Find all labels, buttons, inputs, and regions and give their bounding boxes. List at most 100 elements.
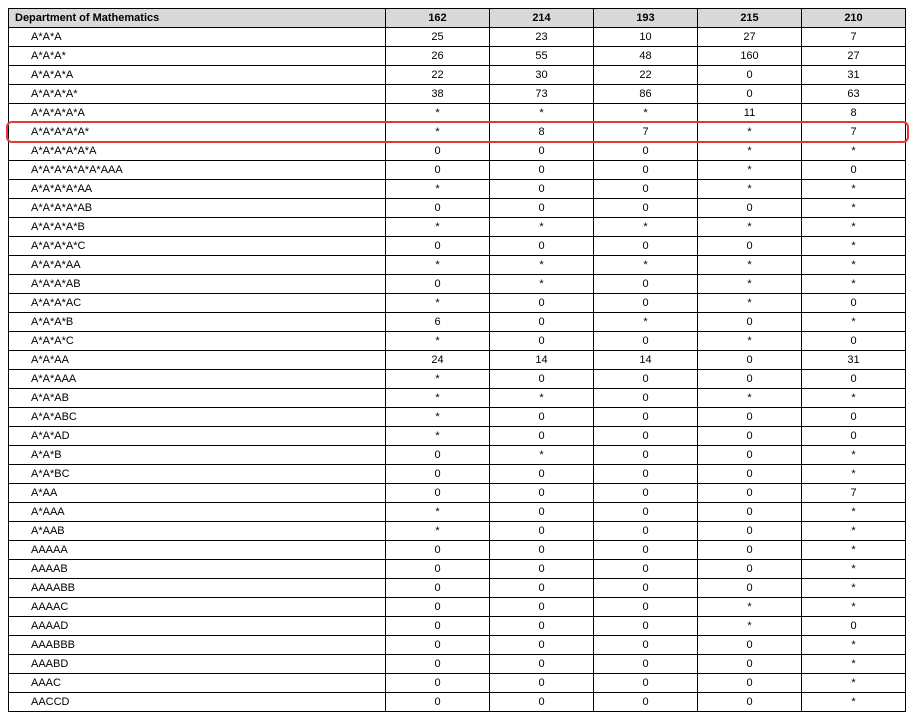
cell-value: *	[386, 294, 490, 313]
row-label: A*AAB	[9, 522, 386, 541]
cell-value: *	[698, 389, 802, 408]
cell-value: *	[802, 655, 906, 674]
header-col-3: 215	[698, 9, 802, 28]
header-col-4: 210	[802, 9, 906, 28]
cell-value: 0	[594, 332, 698, 351]
cell-value: 6	[386, 313, 490, 332]
cell-value: 0	[698, 465, 802, 484]
cell-value: *	[386, 104, 490, 123]
cell-value: 0	[594, 636, 698, 655]
cell-value: 0	[698, 655, 802, 674]
cell-value: 14	[490, 351, 594, 370]
table-row: A*A*AD*0000	[9, 427, 906, 446]
cell-value: *	[386, 427, 490, 446]
cell-value: *	[802, 256, 906, 275]
cell-value: 0	[386, 465, 490, 484]
table-row: A*A*A*A*A**87*7	[9, 123, 906, 142]
cell-value: 0	[698, 579, 802, 598]
cell-value: 0	[698, 560, 802, 579]
cell-value: *	[802, 503, 906, 522]
cell-value: 0	[594, 294, 698, 313]
table-row: A*A*BC0000*	[9, 465, 906, 484]
cell-value: *	[698, 275, 802, 294]
cell-value: 8	[802, 104, 906, 123]
table-row: A*A*A*AB0*0**	[9, 275, 906, 294]
row-label: A*A*A*A	[9, 66, 386, 85]
cell-value: *	[802, 693, 906, 712]
table-row: A*AA00007	[9, 484, 906, 503]
cell-value: 0	[802, 408, 906, 427]
cell-value: *	[490, 256, 594, 275]
cell-value: 14	[594, 351, 698, 370]
cell-value: 0	[490, 294, 594, 313]
table-row: A*AAA*000*	[9, 503, 906, 522]
cell-value: 31	[802, 351, 906, 370]
cell-value: 0	[802, 617, 906, 636]
row-label: A*A*A*A*A*	[9, 123, 386, 142]
cell-value: *	[386, 180, 490, 199]
cell-value: 0	[594, 674, 698, 693]
cell-value: 0	[386, 674, 490, 693]
cell-value: 0	[386, 541, 490, 560]
cell-value: 0	[490, 655, 594, 674]
cell-value: *	[698, 598, 802, 617]
cell-value: 0	[698, 66, 802, 85]
cell-value: *	[386, 218, 490, 237]
cell-value: *	[490, 275, 594, 294]
header-row: Department of Mathematics 162 214 193 21…	[9, 9, 906, 28]
table-row: A*A*A*A*B*****	[9, 218, 906, 237]
cell-value: 0	[594, 522, 698, 541]
cell-value: 27	[802, 47, 906, 66]
cell-value: 0	[594, 484, 698, 503]
table-row: A*A*ABC*0000	[9, 408, 906, 427]
row-label: A*A*B	[9, 446, 386, 465]
table-row: A*A*A*A*AA*00**	[9, 180, 906, 199]
cell-value: 0	[594, 161, 698, 180]
cell-value: 31	[802, 66, 906, 85]
row-label: A*A*A*A*AA	[9, 180, 386, 199]
cell-value: 0	[698, 674, 802, 693]
cell-value: 0	[698, 541, 802, 560]
cell-value: 0	[490, 636, 594, 655]
table-row: A*A*A*A*A***118	[9, 104, 906, 123]
cell-value: 0	[490, 332, 594, 351]
cell-value: *	[802, 598, 906, 617]
table-row: A*A*A*B60*0*	[9, 313, 906, 332]
cell-value: 0	[490, 484, 594, 503]
cell-value: 24	[386, 351, 490, 370]
row-label: A*A*A*A*A	[9, 104, 386, 123]
cell-value: *	[802, 522, 906, 541]
cell-value: *	[490, 218, 594, 237]
row-label: AAABD	[9, 655, 386, 674]
cell-value: *	[802, 142, 906, 161]
cell-value: *	[594, 256, 698, 275]
cell-value: *	[802, 218, 906, 237]
cell-value: *	[490, 104, 594, 123]
cell-value: 0	[594, 199, 698, 218]
row-label: AACCD	[9, 693, 386, 712]
table-row: AAABD0000*	[9, 655, 906, 674]
table-row: A*A*A*C*00*0	[9, 332, 906, 351]
cell-value: 0	[594, 408, 698, 427]
cell-value: 0	[490, 408, 594, 427]
table-row: A*A*A*A223022031	[9, 66, 906, 85]
cell-value: *	[386, 522, 490, 541]
table-row: A*A*AA241414031	[9, 351, 906, 370]
cell-value: 0	[594, 275, 698, 294]
row-label: AAAAB	[9, 560, 386, 579]
cell-value: 0	[490, 427, 594, 446]
cell-value: 0	[698, 85, 802, 104]
cell-value: 0	[698, 408, 802, 427]
cell-value: 23	[490, 28, 594, 47]
row-label: A*A*A*A*	[9, 85, 386, 104]
cell-value: 0	[490, 180, 594, 199]
cell-value: 0	[698, 313, 802, 332]
cell-value: *	[386, 370, 490, 389]
cell-value: *	[698, 180, 802, 199]
cell-value: 73	[490, 85, 594, 104]
row-label: AAAABB	[9, 579, 386, 598]
cell-value: 0	[698, 351, 802, 370]
cell-value: 22	[594, 66, 698, 85]
cell-value: 22	[386, 66, 490, 85]
cell-value: *	[698, 294, 802, 313]
